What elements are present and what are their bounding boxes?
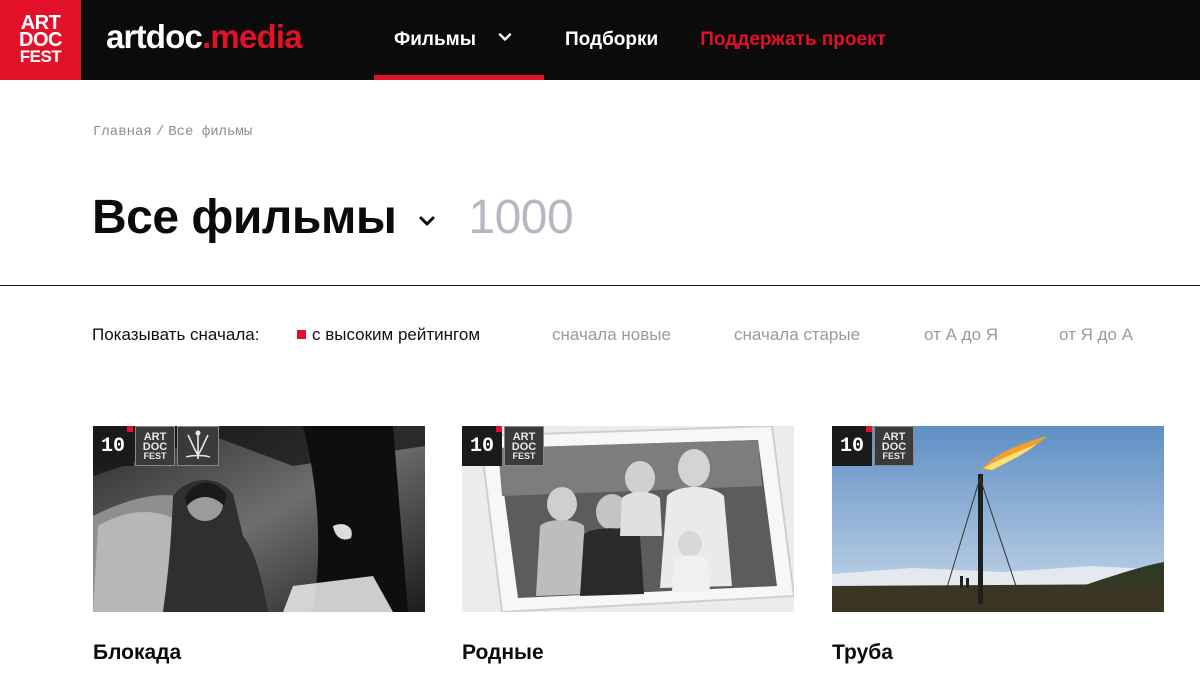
section-divider	[0, 285, 1200, 286]
film-card[interactable]: 10 ART DOC FEST Труба	[832, 426, 1164, 665]
main-nav: Фильмы Подборки Поддержать проект	[374, 0, 886, 80]
badge-line-2: DOC	[511, 440, 537, 453]
site-header: ART DOC FEST artdoc.media Фильмы Подборк…	[0, 0, 1200, 80]
page-title: Все фильмы	[92, 190, 397, 244]
films-count: 1000	[468, 190, 574, 244]
artdocfest-badge-icon: ART DOC FEST	[135, 426, 175, 466]
page-title-row: Все фильмы 1000	[92, 187, 574, 247]
breadcrumb: Главная / Все фильмы	[93, 124, 252, 140]
nav-item-films[interactable]: Фильмы	[374, 0, 544, 80]
sort-option-rating[interactable]: с высоким рейтингом	[297, 325, 480, 345]
sort-option-label: с высоким рейтингом	[312, 325, 481, 344]
breadcrumb-separator: /	[155, 124, 165, 140]
badge-line-1: ART	[512, 430, 536, 443]
nav-films-label: Фильмы	[394, 29, 476, 50]
sort-option-a-z[interactable]: от А до Я	[924, 325, 998, 345]
brand-domain: .media	[202, 18, 303, 55]
badge-line-2: DOC	[142, 440, 168, 453]
film-title[interactable]: Труба	[832, 641, 1164, 665]
film-thumbnail[interactable]: 10 ART DOC FEST	[462, 426, 794, 612]
film-thumbnail[interactable]: 10 ART DOC FEST	[93, 426, 425, 612]
nav-item-collections[interactable]: Подборки	[565, 0, 658, 80]
badge-line-3: FEST	[882, 450, 906, 461]
rating-badge: 10	[832, 426, 872, 466]
sort-option-oldest[interactable]: сначала старые	[734, 325, 860, 345]
rating-value: 10	[469, 434, 494, 458]
badge-line-1: ART	[143, 430, 167, 443]
breadcrumb-home-link[interactable]: Главная	[93, 124, 152, 140]
rating-marker	[496, 426, 502, 432]
sort-option-z-a[interactable]: от Я до А	[1059, 325, 1133, 345]
badge-line-3: FEST	[143, 450, 167, 461]
active-sort-marker	[297, 330, 306, 339]
breadcrumb-current: Все фильмы	[168, 124, 253, 140]
badge-line-3: FEST	[512, 450, 536, 461]
active-nav-indicator	[374, 75, 544, 80]
brand-name: artdoc	[106, 18, 203, 55]
rating-badge: 10	[93, 426, 133, 466]
laurel-icon	[177, 426, 219, 466]
artdocfest-logo[interactable]: ART DOC FEST	[0, 0, 81, 80]
badge-line-1: ART	[882, 430, 906, 443]
nav-item-support-project[interactable]: Поддержать проект	[700, 0, 886, 80]
sort-label: Показывать сначала:	[92, 325, 260, 344]
rating-value: 10	[100, 434, 125, 458]
film-thumbnail[interactable]: 10 ART DOC FEST	[832, 426, 1164, 612]
film-card[interactable]: 10 ART DOC FEST Блокада	[93, 426, 425, 665]
sort-bar: Показывать сначала: с высоким рейтингом …	[92, 323, 1152, 345]
rating-value: 10	[839, 434, 864, 458]
rating-marker	[866, 426, 872, 432]
rating-marker	[127, 426, 133, 432]
badge-line-2: DOC	[881, 440, 907, 453]
logo-line-3: FEST	[19, 47, 62, 66]
chevron-down-icon[interactable]	[498, 30, 512, 44]
brand-logo[interactable]: artdoc.media	[106, 18, 303, 58]
sort-option-newest[interactable]: сначала новые	[552, 325, 671, 345]
film-title[interactable]: Родные	[462, 641, 794, 665]
film-card[interactable]: 10 ART DOC FEST Родные	[462, 426, 794, 665]
film-title[interactable]: Блокада	[93, 641, 425, 665]
artdocfest-badge-icon: ART DOC FEST	[874, 426, 914, 466]
artdocfest-badge-icon: ART DOC FEST	[504, 426, 544, 466]
chevron-down-icon[interactable]	[416, 210, 438, 232]
rating-badge: 10	[462, 426, 502, 466]
